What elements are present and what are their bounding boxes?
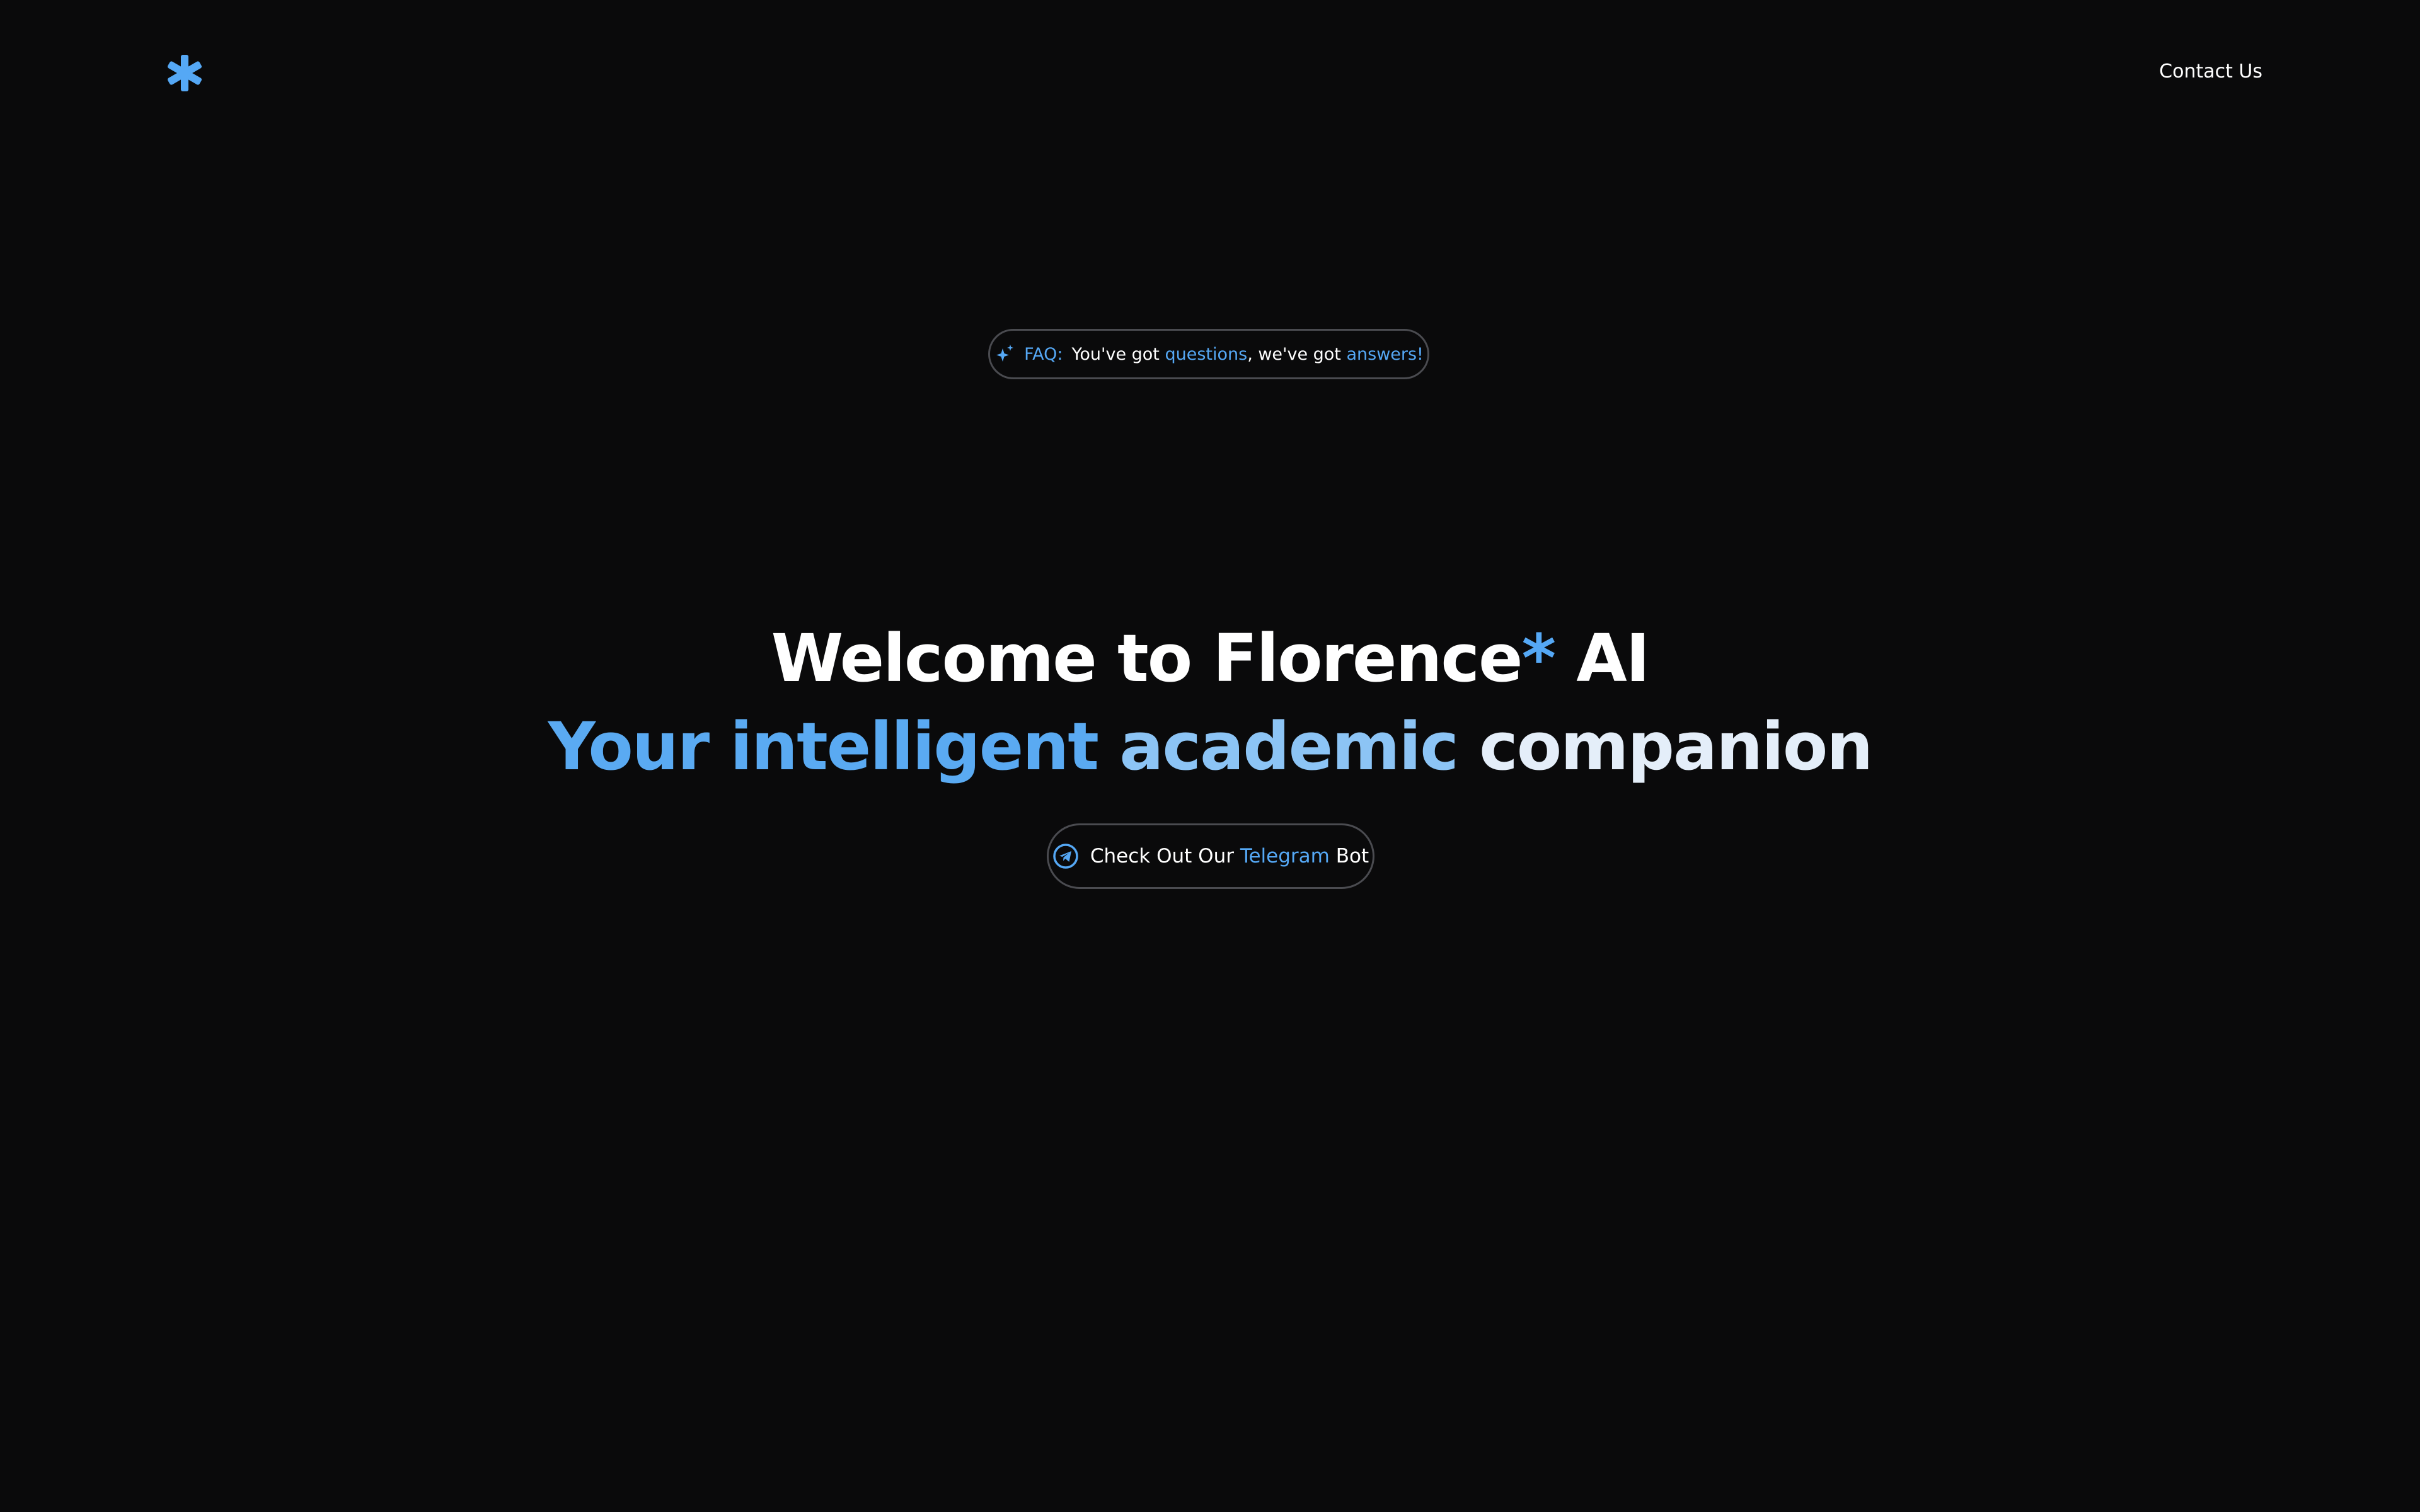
faq-text-part1: You've got xyxy=(1071,344,1165,364)
telegram-button-label-part1: Check Out Our xyxy=(1090,845,1240,868)
faq-text-part2: , we've got xyxy=(1247,344,1347,364)
asterisk-logo-icon[interactable] xyxy=(165,54,204,93)
hero-subtitle-part3: companion xyxy=(1479,708,1873,785)
contact-us-link[interactable]: Contact Us xyxy=(2143,60,2262,83)
asterisk-logo-shape xyxy=(167,55,202,91)
sparkle-icon xyxy=(994,343,1015,365)
telegram-button-label-part2: Bot xyxy=(1329,845,1369,868)
hero-title-part1: Welcome to Florence xyxy=(771,620,1523,697)
hero-title-star: * xyxy=(1521,620,1556,697)
faq-highlight-answers: answers! xyxy=(1346,344,1424,364)
telegram-icon xyxy=(1052,843,1079,869)
hero-subtitle-part2: academic xyxy=(1119,708,1480,785)
hero-subtitle: Your intelligent academic companion xyxy=(0,702,2420,791)
faq-text: You've got questions, we've got answers! xyxy=(1072,345,1424,364)
faq-label: FAQ: xyxy=(1024,344,1063,364)
hero-section: Welcome to Florence* AI Your intelligent… xyxy=(0,614,2420,791)
telegram-button-highlight: Telegram xyxy=(1240,845,1330,868)
hero-title: Welcome to Florence* AI xyxy=(0,614,2420,702)
hero-title-part2: AI xyxy=(1554,620,1650,697)
faq-highlight-questions: questions xyxy=(1165,344,1248,364)
hero-subtitle-part1: Your intelligent xyxy=(548,708,1120,785)
faq-banner[interactable]: FAQ: You've got questions, we've got ans… xyxy=(988,329,1429,379)
telegram-bot-button[interactable]: Check Out Our Telegram Bot xyxy=(1047,823,1374,889)
